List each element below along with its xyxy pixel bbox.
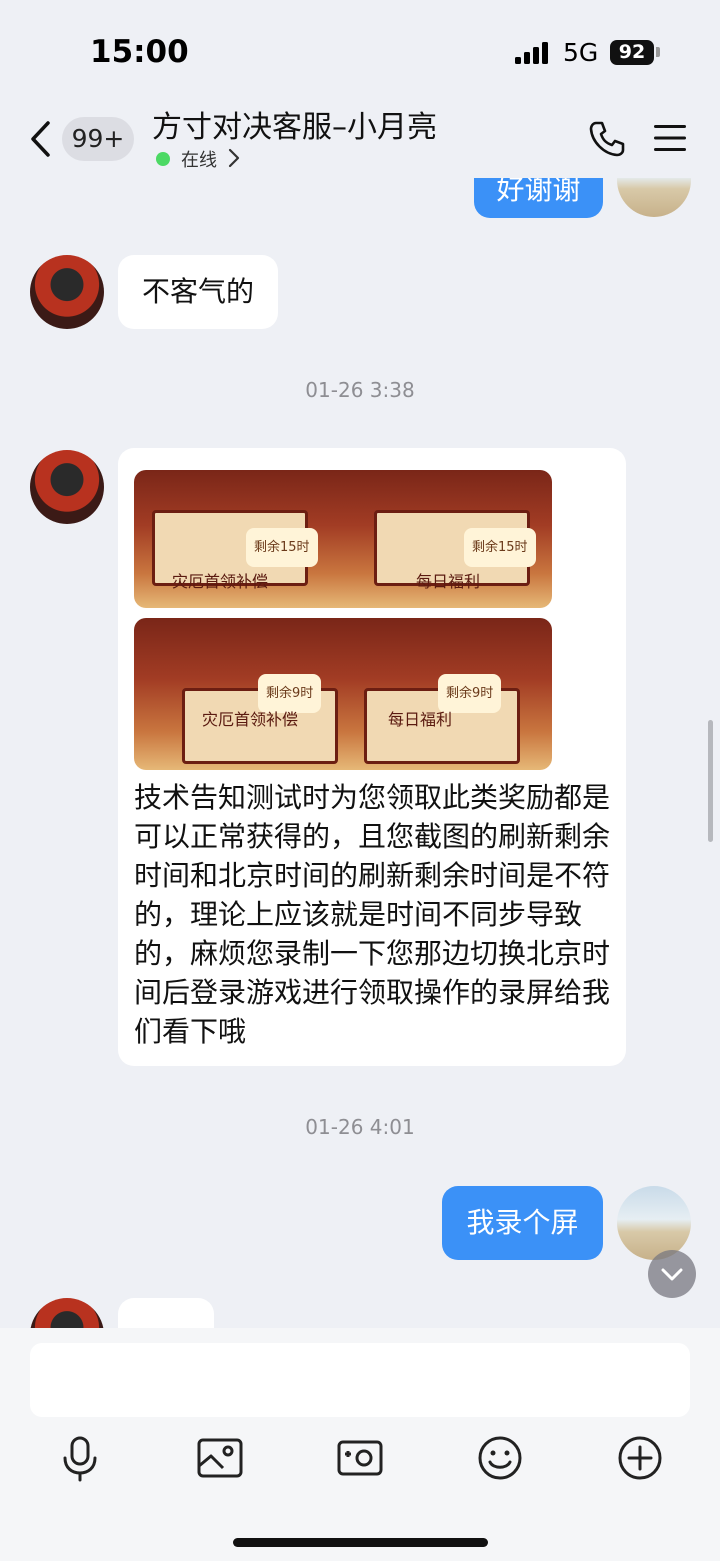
screenshot-image[interactable]: 剩余15时 剩余15时 灾厄首领补偿 每日福利 <box>134 470 552 608</box>
plus-icon[interactable] <box>614 1432 666 1484</box>
message-outgoing[interactable]: 好谢谢 <box>474 178 603 218</box>
battery-indicator: 92 <box>610 40 654 65</box>
message-incoming[interactable]: 嗯嗯 <box>118 1298 214 1328</box>
chevron-right-icon[interactable] <box>228 148 240 168</box>
image-label: 每日福利 <box>388 710 453 729</box>
status-time: 15:00 <box>90 34 189 70</box>
message-text: 不客气的 <box>141 275 254 308</box>
scroll-to-bottom-button[interactable] <box>648 1250 696 1298</box>
scrollbar[interactable] <box>708 720 713 842</box>
chat-title[interactable]: 方寸对决客服–小月亮 <box>152 102 437 146</box>
back-arrow-icon[interactable] <box>26 120 56 158</box>
camera-icon[interactable] <box>334 1432 386 1484</box>
image-label: 每日福利 <box>416 572 481 591</box>
input-bar <box>0 1328 720 1561</box>
user-avatar[interactable] <box>617 1186 691 1260</box>
user-avatar[interactable] <box>617 178 691 217</box>
message-timestamp: 01-26 4:01 <box>305 1115 415 1139</box>
message-text: 我录个屏 <box>466 1206 579 1239</box>
message-text: 技术告知测试时为您领取此类奖励都是可以正常获得的，且您截图的刷新剩余时间和北京时… <box>134 781 611 1048</box>
phone-call-icon[interactable] <box>588 120 626 158</box>
agent-avatar[interactable] <box>30 450 104 524</box>
unread-count-badge[interactable]: 99+ <box>62 117 134 161</box>
image-content: 剩余9时 剩余9时 灾厄首领补偿 每日福利 <box>134 618 552 770</box>
agent-avatar[interactable] <box>30 1298 104 1328</box>
message-incoming[interactable]: 不客气的 <box>118 255 278 329</box>
message-incoming[interactable]: 剩余15时 剩余15时 灾厄首领补偿 每日福利 剩余9时 剩余9时 灾厄首领补偿… <box>118 448 626 1066</box>
image-label: 灾厄首领补偿 <box>172 572 269 591</box>
image-content: 剩余15时 剩余15时 灾厄首领补偿 每日福利 <box>134 470 552 608</box>
battery-tip <box>656 47 660 57</box>
network-type: 5G <box>563 38 599 67</box>
online-status-dot <box>156 152 170 166</box>
image-label: 灾厄首领补偿 <box>202 710 299 729</box>
message-timestamp: 01-26 3:38 <box>305 378 415 402</box>
image-icon[interactable] <box>194 1432 246 1484</box>
message-text: 好谢谢 <box>496 178 581 206</box>
signal-icon <box>515 42 548 64</box>
emoji-icon[interactable] <box>474 1432 526 1484</box>
screenshot-image[interactable]: 剩余9时 剩余9时 灾厄首领补偿 每日福利 <box>134 618 552 770</box>
message-list[interactable]: 好谢谢 不客气的 01-26 3:38 剩余15时 剩余15时 灾厄首领补偿 每… <box>0 178 720 1328</box>
chevron-down-icon <box>661 1268 683 1281</box>
message-outgoing[interactable]: 我录个屏 <box>442 1186 603 1260</box>
online-status-label[interactable]: 在线 <box>181 146 217 172</box>
message-input[interactable] <box>30 1343 690 1417</box>
menu-icon[interactable] <box>654 124 686 152</box>
home-indicator[interactable] <box>233 1538 488 1547</box>
status-bar: 15:00 5G 92 <box>0 0 720 100</box>
agent-avatar[interactable] <box>30 255 104 329</box>
microphone-icon[interactable] <box>54 1432 106 1484</box>
chat-header: 99+ 方寸对决客服–小月亮 在线 <box>0 100 720 178</box>
